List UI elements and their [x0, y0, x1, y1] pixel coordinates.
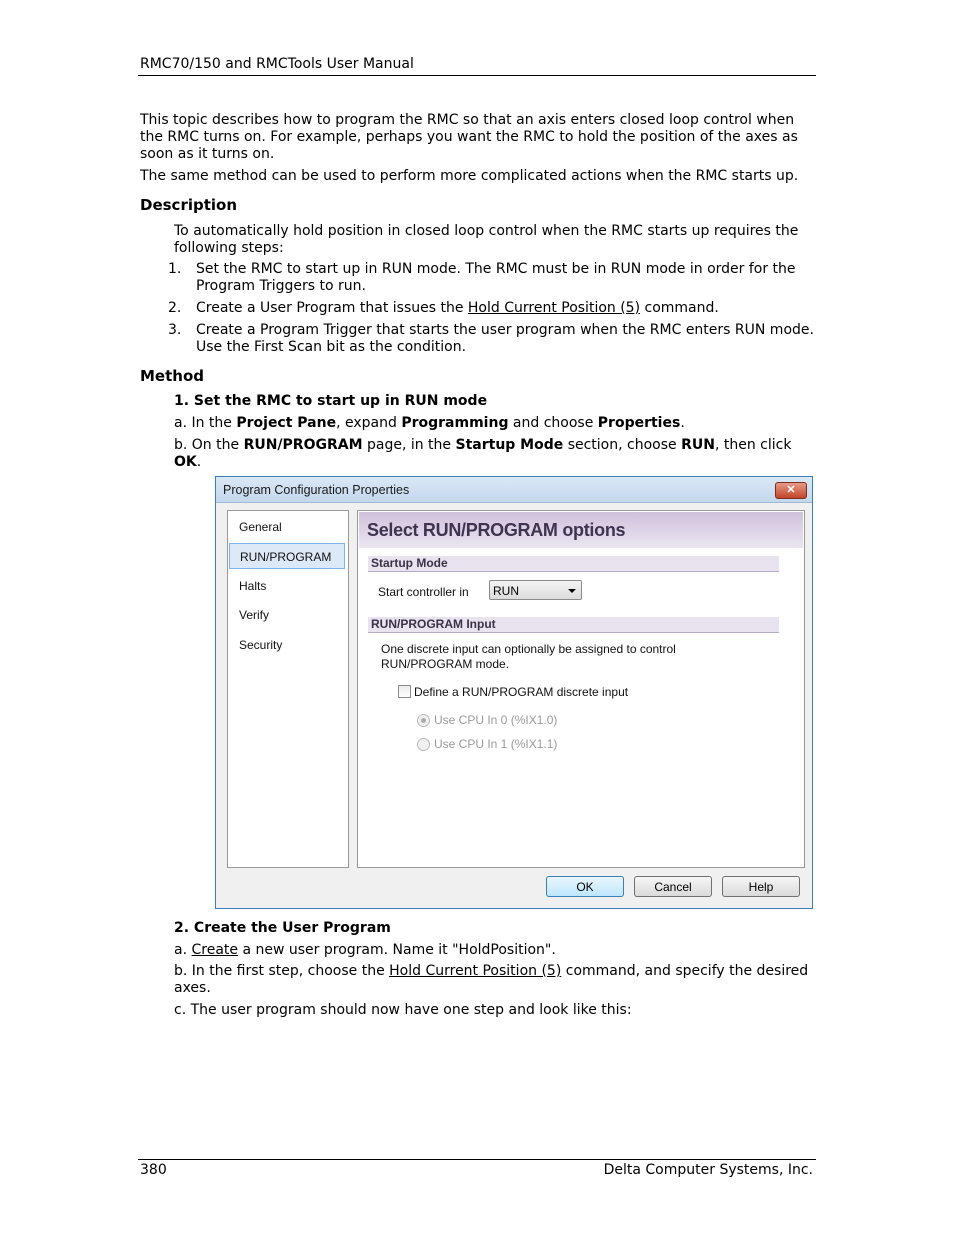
panel-header: Select RUN/PROGRAM options	[359, 512, 803, 548]
hold-current-position-link[interactable]: Hold Current Position (5)	[389, 963, 561, 979]
start-controller-label: Start controller in	[378, 585, 469, 599]
nav-item-halts[interactable]: Halts	[229, 573, 345, 599]
create-link[interactable]: Create	[191, 942, 238, 958]
cancel-button[interactable]: Cancel	[634, 876, 712, 897]
manual-page: RMC70/150 and RMCTools User Manual This …	[0, 0, 954, 1235]
step-item: 1. Set the RMC to start up in RUN mode. …	[168, 261, 796, 294]
dialog-title: Program Configuration Properties	[223, 483, 410, 497]
footer-company: Delta Computer Systems, Inc.	[603, 1162, 813, 1178]
radio-cpu-in-0[interactable]	[417, 714, 430, 727]
nav-item-general[interactable]: General	[229, 514, 345, 540]
define-input-label: Define a RUN/PROGRAM discrete input	[414, 685, 629, 699]
startup-mode-section: Startup Mode	[368, 556, 779, 572]
nav-item-security[interactable]: Security	[229, 632, 345, 658]
description-lead: To automatically hold position in closed…	[174, 223, 799, 256]
description-heading: Description	[140, 196, 238, 214]
input-description-2: RUN/PROGRAM mode.	[381, 657, 510, 671]
method-heading: Method	[140, 367, 204, 385]
radio-cpu-in-1[interactable]	[417, 738, 430, 751]
step2-c: c. The user program should now have one …	[174, 1002, 632, 1018]
dialog-titlebar: Program Configuration Properties ✕	[216, 477, 812, 503]
nav-item-verify[interactable]: Verify	[229, 602, 345, 628]
options-panel: Select RUN/PROGRAM options Startup Mode …	[357, 510, 805, 868]
program-configuration-dialog: Program Configuration Properties ✕ Gener…	[215, 476, 813, 909]
close-icon[interactable]: ✕	[775, 482, 807, 499]
step-item: 3. Create a Program Trigger that starts …	[168, 322, 814, 355]
running-header: RMC70/150 and RMCTools User Manual	[140, 56, 414, 72]
step-item: 2. Create a User Program that issues the…	[168, 300, 719, 316]
header-rule	[138, 75, 816, 76]
step2-b: b. In the first step, choose the Hold Cu…	[174, 963, 809, 996]
step2-heading: 2. Create the User Program	[174, 920, 391, 936]
nav-item-run-program[interactable]: RUN/PROGRAM	[229, 543, 345, 569]
define-input-checkbox[interactable]	[398, 685, 411, 698]
footer-rule	[138, 1159, 816, 1160]
page-number: 380	[140, 1162, 167, 1178]
step2-a: a. Create a new user program. Name it "H…	[174, 942, 556, 958]
radio-cpu-in-1-label: Use CPU In 1 (%IX1.1)	[434, 737, 558, 751]
intro-paragraph: This topic describes how to program the …	[140, 112, 798, 162]
chevron-down-icon	[568, 589, 576, 593]
settings-nav-list: General RUN/PROGRAM Halts Verify Securit…	[227, 510, 349, 868]
hold-current-position-link[interactable]: Hold Current Position (5)	[468, 300, 640, 316]
step1-a: a. In the Project Pane, expand Programmi…	[174, 415, 685, 431]
run-program-input-section: RUN/PROGRAM Input	[368, 617, 779, 633]
intro-paragraph-2: The same method can be used to perform m…	[140, 168, 799, 184]
radio-cpu-in-0-label: Use CPU In 0 (%IX1.0)	[434, 713, 558, 727]
step1-heading: 1. Set the RMC to start up in RUN mode	[174, 393, 488, 409]
start-mode-dropdown[interactable]: RUN	[489, 580, 582, 600]
input-description: One discrete input can optionally be ass…	[381, 642, 676, 656]
ok-button[interactable]: OK	[546, 876, 624, 897]
help-button[interactable]: Help	[722, 876, 800, 897]
step1-b: b. On the RUN/PROGRAM page, in the Start…	[174, 437, 792, 470]
